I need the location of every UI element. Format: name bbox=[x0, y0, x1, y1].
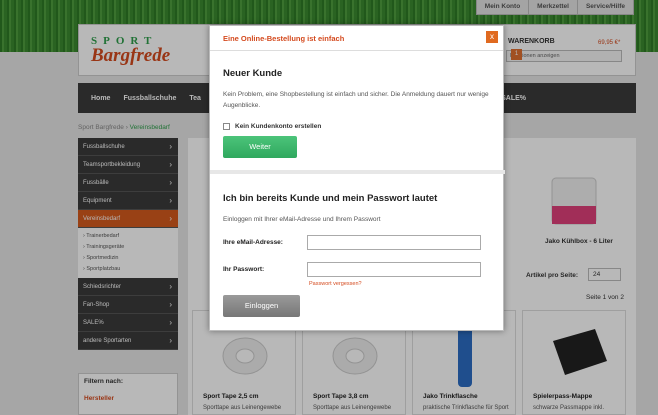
modal-title: Eine Online-Bestellung ist einfach bbox=[223, 34, 345, 43]
new-customer-text: Kein Problem, eine Shopbestellung ist ei… bbox=[223, 91, 489, 109]
new-customer-heading: Neuer Kunde bbox=[223, 68, 283, 79]
email-field[interactable] bbox=[307, 235, 481, 250]
continue-button[interactable]: Weiter bbox=[223, 136, 297, 158]
login-modal: Eine Online-Bestellung ist einfach x Neu… bbox=[209, 25, 505, 331]
login-button[interactable]: Einloggen bbox=[223, 295, 300, 317]
no-account-option[interactable]: Kein Kundenkonto erstellen bbox=[223, 123, 321, 130]
forgot-password-link[interactable]: Passwort vergessen? bbox=[309, 281, 362, 287]
login-text: Einloggen mit Ihrer eMail-Adresse und Ih… bbox=[223, 216, 381, 223]
password-label: Ihr Passwort: bbox=[223, 266, 265, 273]
email-label: Ihre eMail-Adresse: bbox=[223, 239, 283, 246]
modal-header: Eine Online-Bestellung ist einfach x bbox=[210, 26, 503, 51]
password-field[interactable] bbox=[307, 262, 481, 277]
existing-customer-heading: Ich bin bereits Kunde und mein Passwort … bbox=[223, 193, 438, 204]
no-account-label: Kein Kundenkonto erstellen bbox=[235, 123, 322, 130]
modal-divider bbox=[210, 170, 505, 174]
no-account-checkbox[interactable] bbox=[223, 123, 230, 130]
close-icon[interactable]: x bbox=[486, 31, 498, 43]
